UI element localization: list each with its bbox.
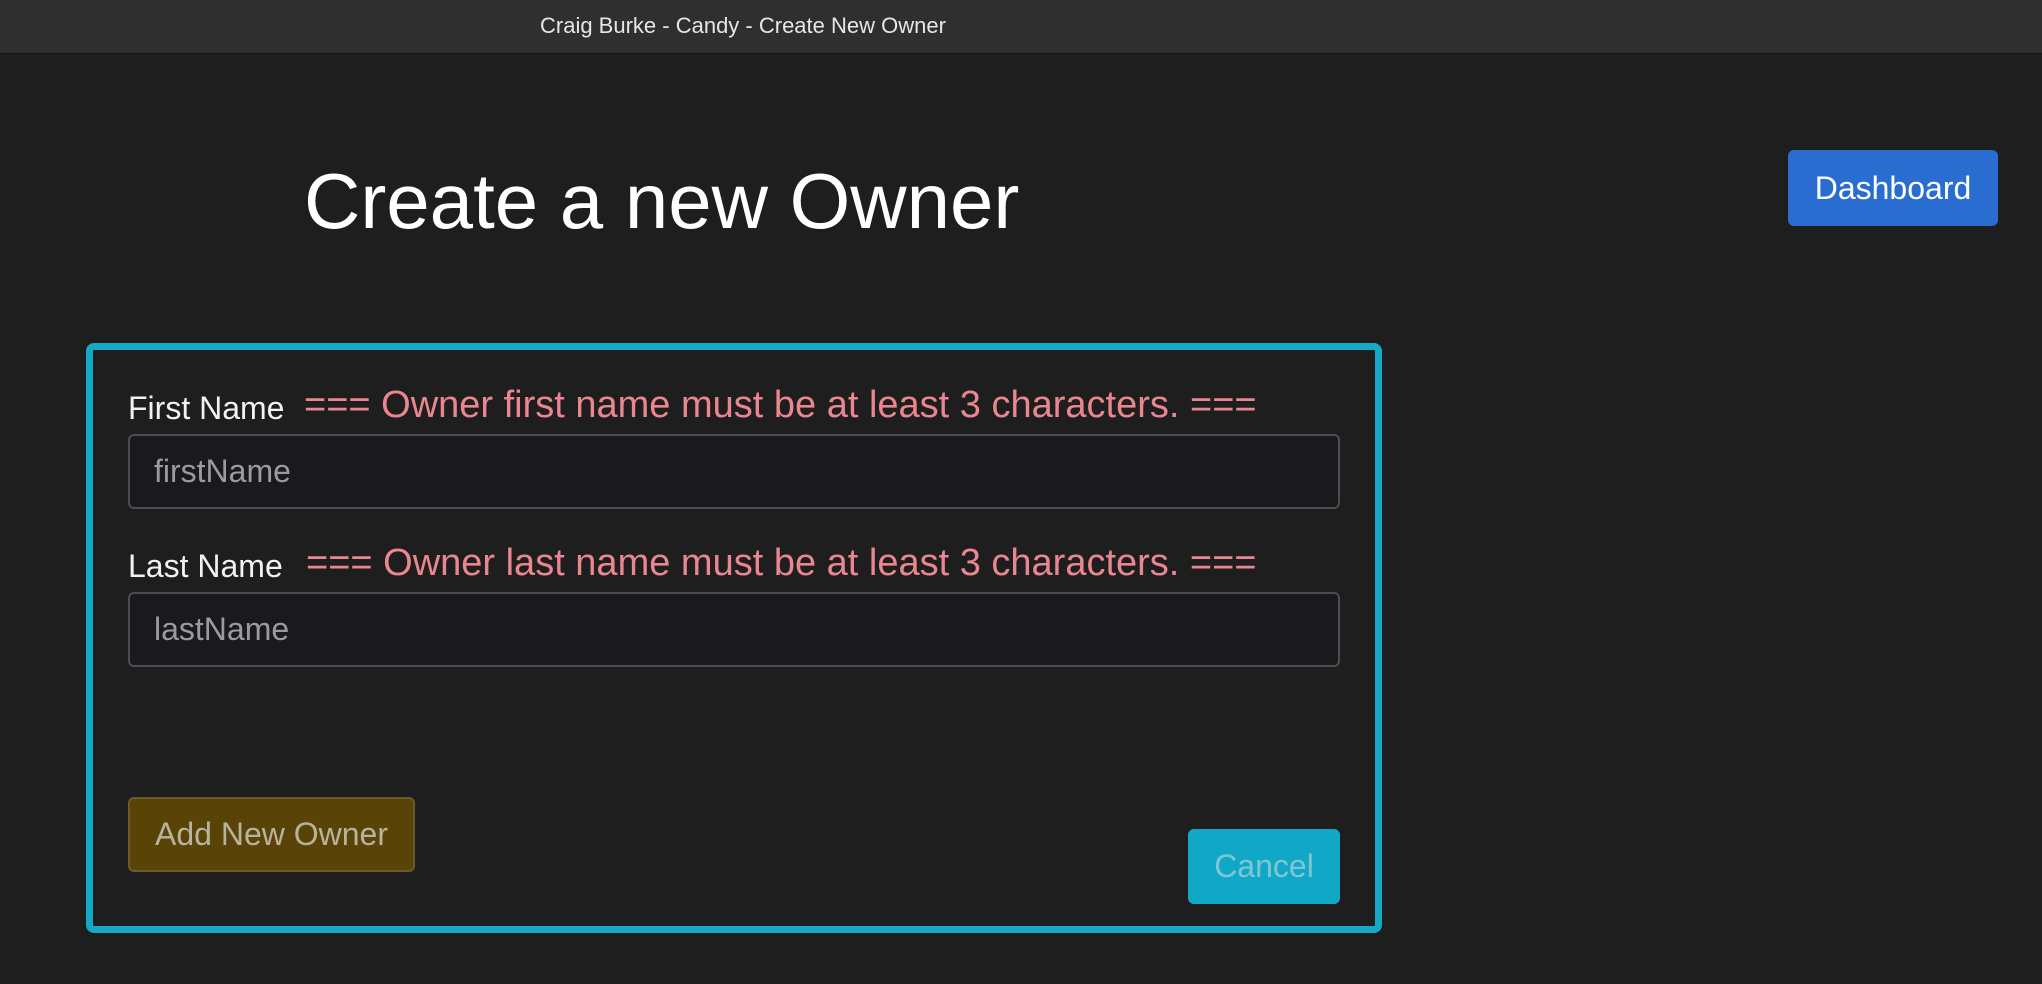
add-new-owner-button[interactable]: Add New Owner [128,797,415,872]
cancel-button[interactable]: Cancel [1188,829,1340,904]
first-name-error: === Owner first name must be at least 3 … [304,384,1257,426]
last-name-label: Last Name [128,548,283,584]
last-name-input[interactable] [128,592,1340,667]
window-title: Craig Burke - Candy - Create New Owner [540,13,946,38]
dashboard-button[interactable]: Dashboard [1788,150,1998,226]
first-name-input[interactable] [128,434,1340,509]
window-titlebar: Craig Burke - Candy - Create New Owner [0,0,2042,54]
page-title: Create a new Owner [304,157,1020,245]
last-name-error: === Owner last name must be at least 3 c… [306,542,1257,584]
first-name-label: First Name [128,390,285,426]
